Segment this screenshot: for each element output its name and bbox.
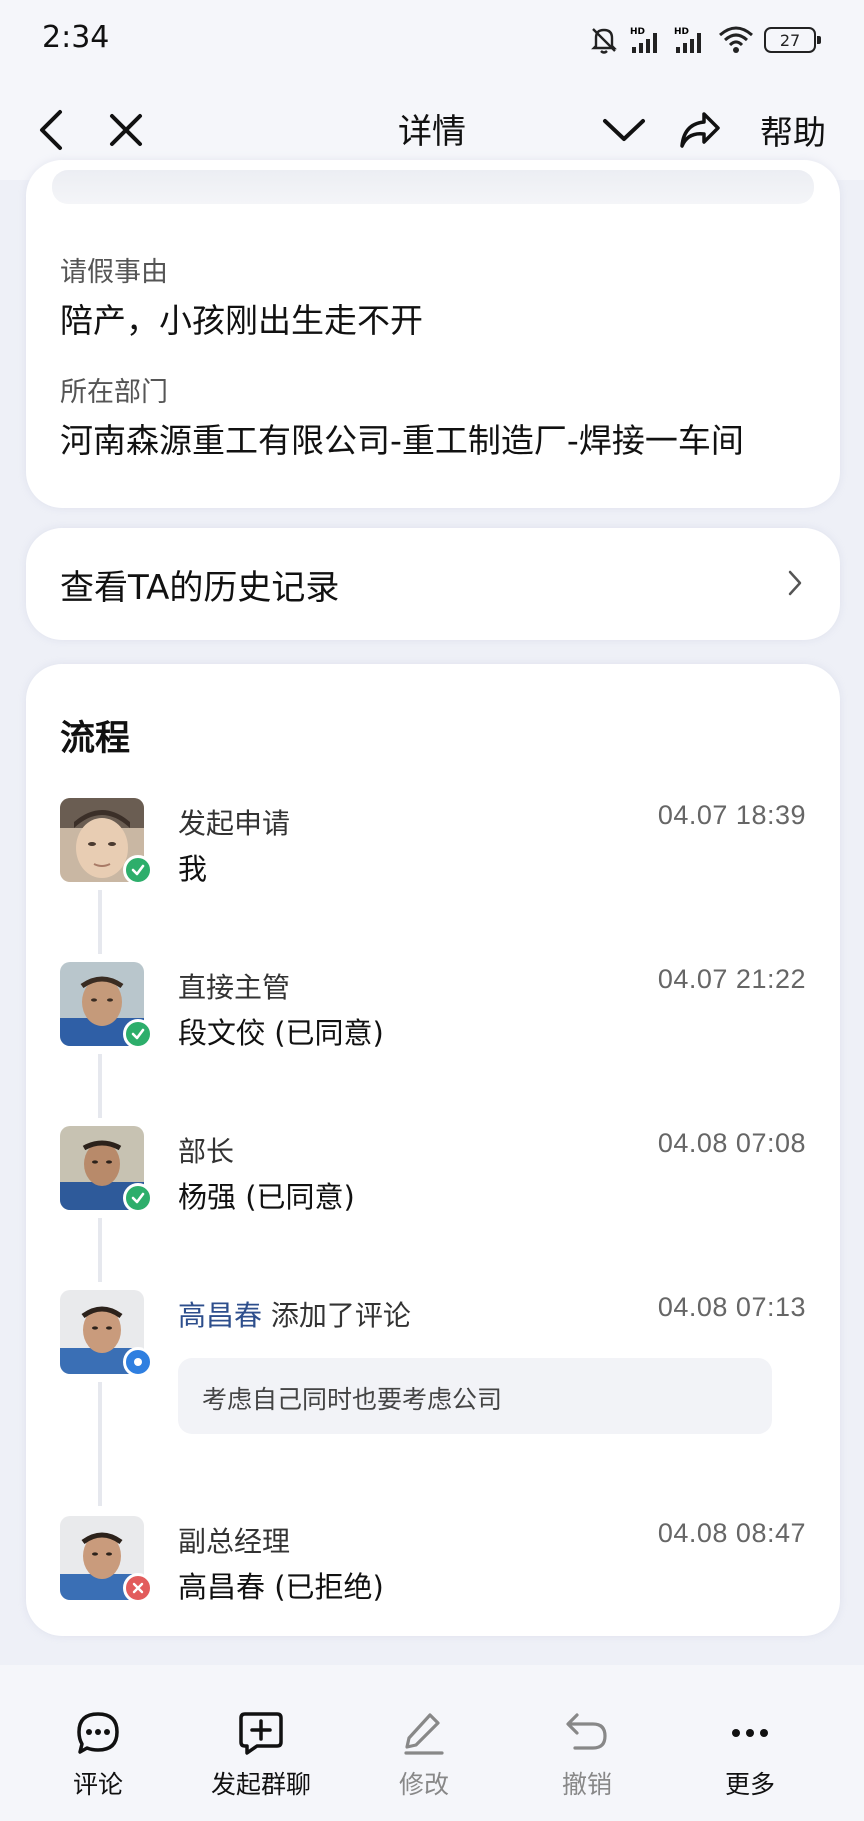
chevron-down-icon[interactable]: [598, 104, 650, 156]
more-label: 更多: [724, 1770, 775, 1799]
comment-box: 考虑自己同时也要考虑公司: [178, 1358, 772, 1434]
mute-bell-icon: [588, 24, 620, 56]
signal-hd-icon: HD: [674, 25, 708, 55]
flow-comment: 高昌春 添加了评论 04.08 07:13 考虑自己同时也要考虑公司: [60, 1290, 806, 1440]
flow-step: 部长 杨强 (已同意) 04.08 07:08: [60, 1126, 806, 1216]
share-icon[interactable]: [674, 104, 726, 156]
step-name: 杨强 (已同意): [178, 1180, 355, 1214]
flow-step: 发起申请 我 04.07 18:39: [60, 798, 806, 888]
undo-icon: [517, 1705, 657, 1761]
history-link[interactable]: 查看TA的历史记录: [26, 528, 840, 640]
more-icon: [680, 1705, 820, 1761]
step-time: 04.08 07:08: [657, 1128, 806, 1158]
help-button[interactable]: 帮助: [760, 106, 826, 154]
step-time: 04.07 21:22: [657, 964, 806, 994]
step-time: 04.08 08:47: [657, 1518, 806, 1548]
edit-label: 修改: [398, 1770, 449, 1799]
page-title: 详情: [398, 112, 466, 152]
step-role: 副总经理: [178, 1525, 291, 1558]
step-name: 高昌春 (已拒绝): [178, 1570, 384, 1604]
history-label: 查看TA的历史记录: [60, 568, 340, 608]
flow-connector: [98, 1218, 102, 1282]
undo-label: 撤销: [561, 1770, 612, 1799]
wifi-icon: [718, 25, 754, 55]
group-chat-icon: [191, 1705, 331, 1761]
approved-check-icon: [123, 1019, 153, 1049]
comment-icon: [28, 1705, 168, 1761]
flow-connector: [98, 1054, 102, 1118]
bottom-action-bar: 评论 发起群聊 修改 撤销 更多: [0, 1665, 864, 1821]
step-role: 部长: [178, 1135, 235, 1168]
comment-action: 添加了评论: [262, 1299, 411, 1332]
group-chat-label: 发起群聊: [210, 1770, 311, 1799]
battery-icon: 27: [764, 27, 821, 53]
edit-button[interactable]: 修改: [354, 1705, 494, 1801]
chevron-right-icon: [786, 568, 804, 602]
step-role: 发起申请: [178, 807, 291, 840]
step-name: 段文佼 (已同意): [178, 1016, 384, 1050]
approved-check-icon: [123, 1183, 153, 1213]
approval-flow-card: 流程 发起申请 我 04.07 18:39 直接主管 段文佼 (已同意) 04.…: [26, 664, 840, 1636]
comment-text: 考虑自己同时也要考虑公司: [202, 1385, 503, 1414]
status-icons: HD HD 27: [588, 22, 821, 58]
department-label: 所在部门: [60, 377, 168, 408]
step-time: 04.07 18:39: [657, 800, 806, 830]
rejected-x-icon: [123, 1573, 153, 1603]
flow-step: 直接主管 段文佼 (已同意) 04.07 21:22: [60, 962, 806, 1052]
svg-text:HD: HD: [630, 27, 645, 37]
approved-check-icon: [123, 855, 153, 885]
step-role: 直接主管: [178, 971, 291, 1004]
leave-reason-value: 陪产，小孩刚出生走不开: [60, 301, 423, 340]
flow-connector: [98, 890, 102, 954]
status-time: 2:34: [42, 20, 110, 55]
undo-button[interactable]: 撤销: [517, 1705, 657, 1801]
group-chat-button[interactable]: 发起群聊: [191, 1705, 331, 1801]
status-bar: 2:34 HD HD 27: [0, 0, 864, 80]
step-name: 我: [178, 852, 208, 886]
details-card: 请假事由 陪产，小孩刚出生走不开 所在部门 河南森源重工有限公司-重工制造厂-焊…: [26, 160, 840, 508]
department-value: 河南森源重工有限公司-重工制造厂-焊接一车间: [60, 421, 744, 460]
collapsed-section-strip: [52, 170, 814, 204]
comment-status-icon: [123, 1347, 153, 1377]
flow-step: 副总经理 高昌春 (已拒绝) 04.08 08:47: [60, 1516, 806, 1606]
svg-text:HD: HD: [674, 27, 689, 37]
comment-label: 评论: [72, 1770, 123, 1799]
signal-hd-icon: HD: [630, 25, 664, 55]
comment-button[interactable]: 评论: [28, 1705, 168, 1801]
commenter-name[interactable]: 高昌春: [178, 1299, 262, 1332]
edit-icon: [354, 1705, 494, 1761]
flow-title: 流程: [60, 719, 131, 759]
leave-reason-label: 请假事由: [60, 257, 168, 288]
more-button[interactable]: 更多: [680, 1705, 820, 1801]
step-time: 04.08 07:13: [657, 1292, 806, 1322]
comment-header: 高昌春 添加了评论: [178, 1294, 411, 1334]
